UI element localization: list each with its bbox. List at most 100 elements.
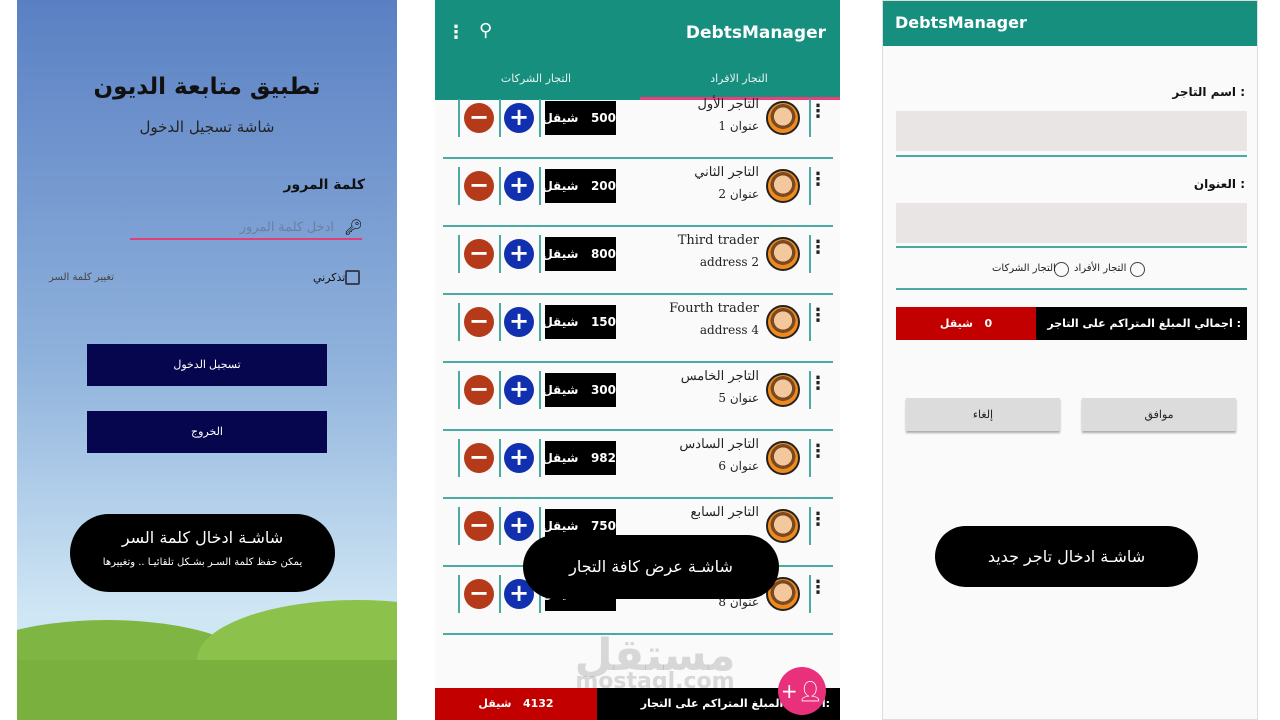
avatar <box>766 509 800 543</box>
trader-address: عنوان 1 <box>718 119 759 133</box>
trader-name: Third trader <box>677 233 759 248</box>
divider <box>458 439 460 477</box>
divider <box>499 99 501 137</box>
trader-row[interactable]: − + 982 شيقل التاجر السادس عنوان 6 ⋮ <box>443 431 833 499</box>
divider <box>499 575 501 613</box>
debt-amount: 800 شيقل <box>542 237 616 271</box>
total-amount: 0 شيقل <box>896 307 1036 340</box>
row-menu-icon[interactable]: ⋮ <box>809 373 827 394</box>
remember-checkbox[interactable] <box>345 270 360 285</box>
password-input[interactable] <box>130 214 362 240</box>
divider <box>458 167 460 205</box>
row-menu-icon[interactable]: ⋮ <box>809 169 827 190</box>
trader-name: Fourth trader <box>669 301 759 316</box>
cancel-button[interactable]: إلغاء <box>906 398 1060 431</box>
subtract-debt-button[interactable]: − <box>464 375 494 405</box>
subtract-debt-button[interactable]: − <box>464 307 494 337</box>
traders-list-screen: ⋮ ⚲ DebtsManager التجار الشركات التجار ا… <box>435 0 840 720</box>
row-menu-icon[interactable]: ⋮ <box>809 441 827 462</box>
divider <box>539 167 541 205</box>
trader-address: عنوان 6 <box>718 459 759 473</box>
subtract-debt-button[interactable]: − <box>464 579 494 609</box>
tab-individuals[interactable]: التجار الافراد <box>638 72 840 85</box>
avatar <box>766 305 800 339</box>
divider <box>539 235 541 273</box>
remember-label[interactable]: تذكرني <box>313 271 345 284</box>
trader-row[interactable]: − + 800 شيقل Third trader address 2 ⋮ <box>443 227 833 295</box>
divider <box>458 99 460 137</box>
row-menu-icon[interactable]: ⋮ <box>809 577 827 598</box>
trader-row[interactable]: − + 300 شيقل التاجر الخامس عنوان 5 ⋮ <box>443 363 833 431</box>
add-debt-button[interactable]: + <box>504 375 534 405</box>
search-icon[interactable]: ⚲ <box>479 20 492 41</box>
debt-amount: 982 شيقل <box>542 441 616 475</box>
subtract-debt-button[interactable]: − <box>464 511 494 541</box>
add-debt-button[interactable]: + <box>504 171 534 201</box>
radio-individuals-label[interactable]: التجار الأفراد <box>1074 263 1126 274</box>
debt-amount: 150 شيقل <box>542 305 616 339</box>
divider <box>458 371 460 409</box>
add-person-icon: +👤︎ <box>780 679 824 703</box>
add-debt-button[interactable]: + <box>504 103 534 133</box>
avatar <box>766 441 800 475</box>
divider <box>896 288 1247 290</box>
app-title: DebtsManager <box>685 23 826 43</box>
subtract-debt-button[interactable]: − <box>464 171 494 201</box>
login-screen: تطبيق متابعة الديون شاشة تسجيل الدخول كل… <box>17 0 397 720</box>
app-title: DebtsManager <box>895 13 1027 32</box>
divider <box>539 99 541 137</box>
trader-name: التاجر الثاني <box>694 165 759 180</box>
divider <box>458 575 460 613</box>
trader-name: التاجر الأول <box>697 97 759 112</box>
caption-bubble: شاشـة عرض كافة التجار <box>523 535 779 599</box>
avatar <box>766 237 800 271</box>
caption-title: شاشـة ادخال كلمة السر <box>121 528 284 547</box>
add-debt-button[interactable]: + <box>504 307 534 337</box>
add-debt-button[interactable]: + <box>504 239 534 269</box>
trader-address: عنوان 2 <box>718 187 759 201</box>
radio-companies-label[interactable]: التجار الشركات <box>992 263 1056 274</box>
grass <box>17 660 397 720</box>
total-label: اجمالي المبلغ المتراكم على التاجر : <box>1047 317 1241 330</box>
row-menu-icon[interactable]: ⋮ <box>809 305 827 326</box>
name-label: اسم التاجر : <box>1172 85 1245 99</box>
row-menu-icon[interactable]: ⋮ <box>809 101 827 122</box>
divider <box>499 235 501 273</box>
divider <box>896 155 1247 157</box>
subtract-debt-button[interactable]: − <box>464 103 494 133</box>
change-password-link[interactable]: تغيير كلمة السر <box>49 272 114 283</box>
watermark: مستقل mostaql.com <box>574 630 736 694</box>
key-icon: 🔑︎ <box>343 218 363 236</box>
divider <box>458 235 460 273</box>
divider <box>539 303 541 341</box>
avatar <box>766 101 800 135</box>
debt-amount: 300 شيقل <box>542 373 616 407</box>
trader-row[interactable]: − + 200 شيقل التاجر الثاني عنوان 2 ⋮ <box>443 159 833 227</box>
login-button[interactable]: تسجيل الدخول <box>87 344 327 386</box>
caption-bubble: شاشـة ادخال تاجر جديد <box>935 526 1198 587</box>
divider <box>458 303 460 341</box>
radio-companies[interactable] <box>1054 262 1069 277</box>
trader-row[interactable]: − + 500 شيقل التاجر الأول عنوان 1 ⋮ <box>443 91 833 159</box>
row-menu-icon[interactable]: ⋮ <box>809 509 827 530</box>
divider <box>539 439 541 477</box>
add-trader-button[interactable]: +👤︎ <box>778 667 826 715</box>
divider <box>896 246 1247 248</box>
debt-amount: 500 شيقل <box>542 101 616 135</box>
trader-row[interactable]: − + 150 شيقل Fourth trader address 4 ⋮ <box>443 295 833 363</box>
tab-companies[interactable]: التجار الشركات <box>435 72 637 85</box>
ok-button[interactable]: موافق <box>1082 398 1236 431</box>
trader-name-input[interactable] <box>896 111 1247 151</box>
address-input[interactable] <box>896 203 1247 243</box>
overflow-menu-icon[interactable]: ⋮ <box>447 22 465 43</box>
radio-individuals[interactable] <box>1130 262 1145 277</box>
exit-button[interactable]: الخروج <box>87 411 327 453</box>
screen-subtitle: شاشة تسجيل الدخول <box>139 118 275 136</box>
subtract-debt-button[interactable]: − <box>464 443 494 473</box>
password-label: كلمة المرور <box>283 177 365 193</box>
trader-name: التاجر السابع <box>690 505 759 520</box>
add-debt-button[interactable]: + <box>504 443 534 473</box>
subtract-debt-button[interactable]: − <box>464 239 494 269</box>
row-menu-icon[interactable]: ⋮ <box>809 237 827 258</box>
add-debt-button[interactable]: + <box>504 511 534 541</box>
